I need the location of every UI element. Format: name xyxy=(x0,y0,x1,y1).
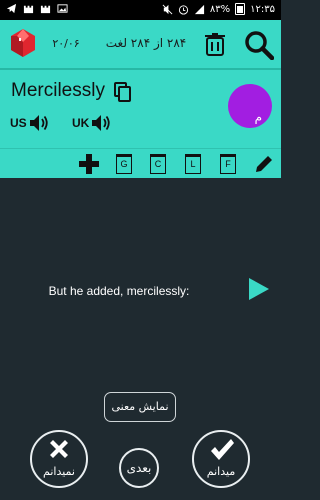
top-toolbar: ۲۰/۰۶ ۲۸۴ از ۲۸۴ لغت xyxy=(0,20,281,68)
score-counter: ۲۰/۰۶ xyxy=(52,37,80,50)
box-l-button[interactable]: L xyxy=(185,154,201,174)
word-title: Mercilessly xyxy=(11,80,105,101)
trash-icon[interactable] xyxy=(204,32,226,56)
signal-icon xyxy=(194,4,204,14)
know-label: میدانم xyxy=(206,465,236,478)
us-pronounce-button[interactable]: US xyxy=(10,114,49,132)
box-g-button[interactable]: G xyxy=(116,154,132,174)
castle-icon xyxy=(40,5,51,14)
know-button[interactable]: میدانم xyxy=(192,430,250,488)
speaker-icon xyxy=(29,115,48,131)
tool-row: G C L F xyxy=(0,148,281,178)
search-icon[interactable] xyxy=(244,30,274,60)
show-meaning-button[interactable]: نمایش معنی xyxy=(104,392,176,422)
plus-icon[interactable] xyxy=(78,153,100,175)
speaker-icon xyxy=(92,115,110,131)
battery-percent: ۸۳% xyxy=(209,3,231,15)
play-icon[interactable] xyxy=(249,278,269,300)
word-panel: Mercilessly م US UK xyxy=(0,68,281,148)
next-button[interactable]: بعدی xyxy=(119,448,159,488)
telegram-icon xyxy=(6,3,17,14)
ruby-gem-icon[interactable] xyxy=(10,28,36,58)
check-icon xyxy=(211,439,234,460)
alarm-icon xyxy=(178,4,188,15)
avatar[interactable]: م xyxy=(228,84,272,128)
box-c-button[interactable]: C xyxy=(150,154,166,174)
image-icon xyxy=(57,4,68,13)
clock: ۱۲:۳۵ xyxy=(250,3,275,15)
dont-know-button[interactable]: نمیدانم xyxy=(30,430,88,488)
us-label: US xyxy=(10,116,27,130)
castle-icon xyxy=(23,5,34,14)
mute-icon xyxy=(162,4,173,14)
pencil-icon[interactable] xyxy=(254,154,274,174)
word-progress: ۲۸۴ از ۲۸۴ لغت xyxy=(105,36,187,50)
battery-icon xyxy=(235,3,246,15)
next-label: بعدی xyxy=(126,461,152,475)
copy-icon[interactable] xyxy=(114,82,132,102)
example-sentence: But he added, mercilessly: xyxy=(48,284,190,298)
x-icon xyxy=(50,440,68,458)
status-bar: ۸۳% ۱۲:۳۵ xyxy=(0,0,281,20)
card-content: But he added, mercilessly: نمایش معنی نم… xyxy=(0,178,281,500)
uk-pronounce-button[interactable]: UK xyxy=(72,114,111,132)
box-f-button[interactable]: F xyxy=(220,154,236,174)
dont-know-label: نمیدانم xyxy=(43,465,75,478)
avatar-letter: م xyxy=(254,110,262,124)
uk-label: UK xyxy=(72,116,90,130)
